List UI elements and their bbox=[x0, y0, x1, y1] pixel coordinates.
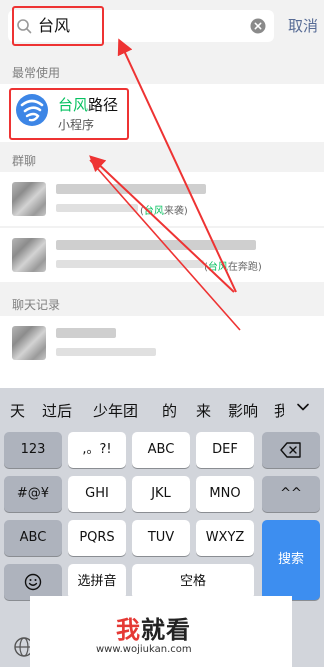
blurred-message bbox=[56, 260, 204, 268]
candidate-word[interactable]: 少年团 bbox=[93, 400, 138, 421]
section-title-groups: 群聊 bbox=[12, 154, 37, 168]
backspace-key[interactable] bbox=[262, 432, 320, 468]
pinyin-key[interactable]: 选拼音 bbox=[68, 564, 126, 600]
blurred-message bbox=[56, 348, 156, 356]
candidate-word[interactable]: 影响 bbox=[228, 400, 258, 421]
key-mno[interactable]: MNO bbox=[196, 476, 254, 512]
watermark: 我就看 www.wojiukan.com bbox=[30, 596, 292, 667]
key-abc[interactable]: ABC bbox=[132, 432, 190, 468]
chat-history-result[interactable] bbox=[0, 316, 324, 388]
blurred-message bbox=[56, 204, 138, 212]
key-symbols[interactable]: #@¥ bbox=[4, 476, 62, 512]
message-snippet: (台风来袭) bbox=[140, 202, 188, 217]
emoji-key[interactable] bbox=[4, 564, 62, 600]
avatar bbox=[12, 182, 46, 216]
key-tuv[interactable]: TUV bbox=[132, 520, 190, 556]
avatar bbox=[12, 326, 46, 360]
key-wxyz[interactable]: WXYZ bbox=[196, 520, 254, 556]
snippet-hit: 台风 bbox=[207, 262, 228, 273]
watermark-url: www.wojiukan.com bbox=[96, 644, 192, 655]
clear-icon[interactable] bbox=[250, 18, 266, 34]
avatar bbox=[12, 238, 46, 272]
group-chat-result[interactable]: (台风来袭) bbox=[0, 172, 324, 226]
watermark-brand-b: 就看 bbox=[141, 616, 191, 644]
group-chat-result[interactable]: (台风在奔跑) bbox=[0, 228, 324, 282]
screen: 台风 取消 最常使用 台风路径 小程序 群聊 (台风来袭) (台风在奔跑) 聊天… bbox=[0, 0, 324, 667]
key-def[interactable]: DEF bbox=[196, 432, 254, 468]
snippet-rest: 在奔跑) bbox=[227, 262, 262, 273]
candidate-word[interactable]: 天 bbox=[10, 400, 25, 421]
watermark-logo: 我就看 bbox=[116, 610, 191, 645]
watermark-brand-a: 我 bbox=[116, 616, 141, 644]
blurred-group-name bbox=[56, 184, 206, 194]
snippet-rest: 来袭) bbox=[163, 206, 188, 217]
candidate-bar: 天 过后 少年团 的 来 影响 我 bbox=[0, 388, 324, 428]
chevron-down-icon[interactable] bbox=[296, 400, 310, 414]
key-123[interactable]: 123 bbox=[4, 432, 62, 468]
message-snippet: (台风在奔跑) bbox=[204, 258, 262, 273]
candidate-word[interactable]: 我 bbox=[274, 400, 284, 421]
search-bar: 台风 取消 bbox=[0, 0, 324, 52]
key-jkl[interactable]: JKL bbox=[132, 476, 190, 512]
emoji-icon bbox=[24, 573, 42, 591]
key-emoticon[interactable]: ^^ bbox=[262, 476, 320, 512]
cancel-button[interactable]: 取消 bbox=[288, 15, 318, 36]
candidate-word[interactable]: 过后 bbox=[42, 400, 72, 421]
section-title-chat-history: 聊天记录 bbox=[12, 298, 61, 312]
key-abc-mode[interactable]: ABC bbox=[4, 520, 62, 556]
snippet-hit: 台风 bbox=[143, 206, 164, 217]
candidate-word[interactable]: 来 bbox=[196, 400, 211, 421]
search-key[interactable]: 搜索 bbox=[262, 520, 320, 600]
blurred-contact-name bbox=[56, 328, 116, 338]
annotation-box-mini-program bbox=[9, 88, 129, 140]
backspace-icon bbox=[280, 442, 301, 458]
key-punctuation[interactable]: ,。?! bbox=[68, 432, 126, 468]
candidate-word[interactable]: 的 bbox=[162, 400, 177, 421]
key-ghi[interactable]: GHI bbox=[68, 476, 126, 512]
section-title-frequent: 最常使用 bbox=[12, 66, 61, 80]
blurred-group-name bbox=[56, 240, 256, 250]
annotation-box-search bbox=[12, 6, 104, 46]
space-key[interactable]: 空格 bbox=[132, 564, 254, 600]
key-pqrs[interactable]: PQRS bbox=[68, 520, 126, 556]
